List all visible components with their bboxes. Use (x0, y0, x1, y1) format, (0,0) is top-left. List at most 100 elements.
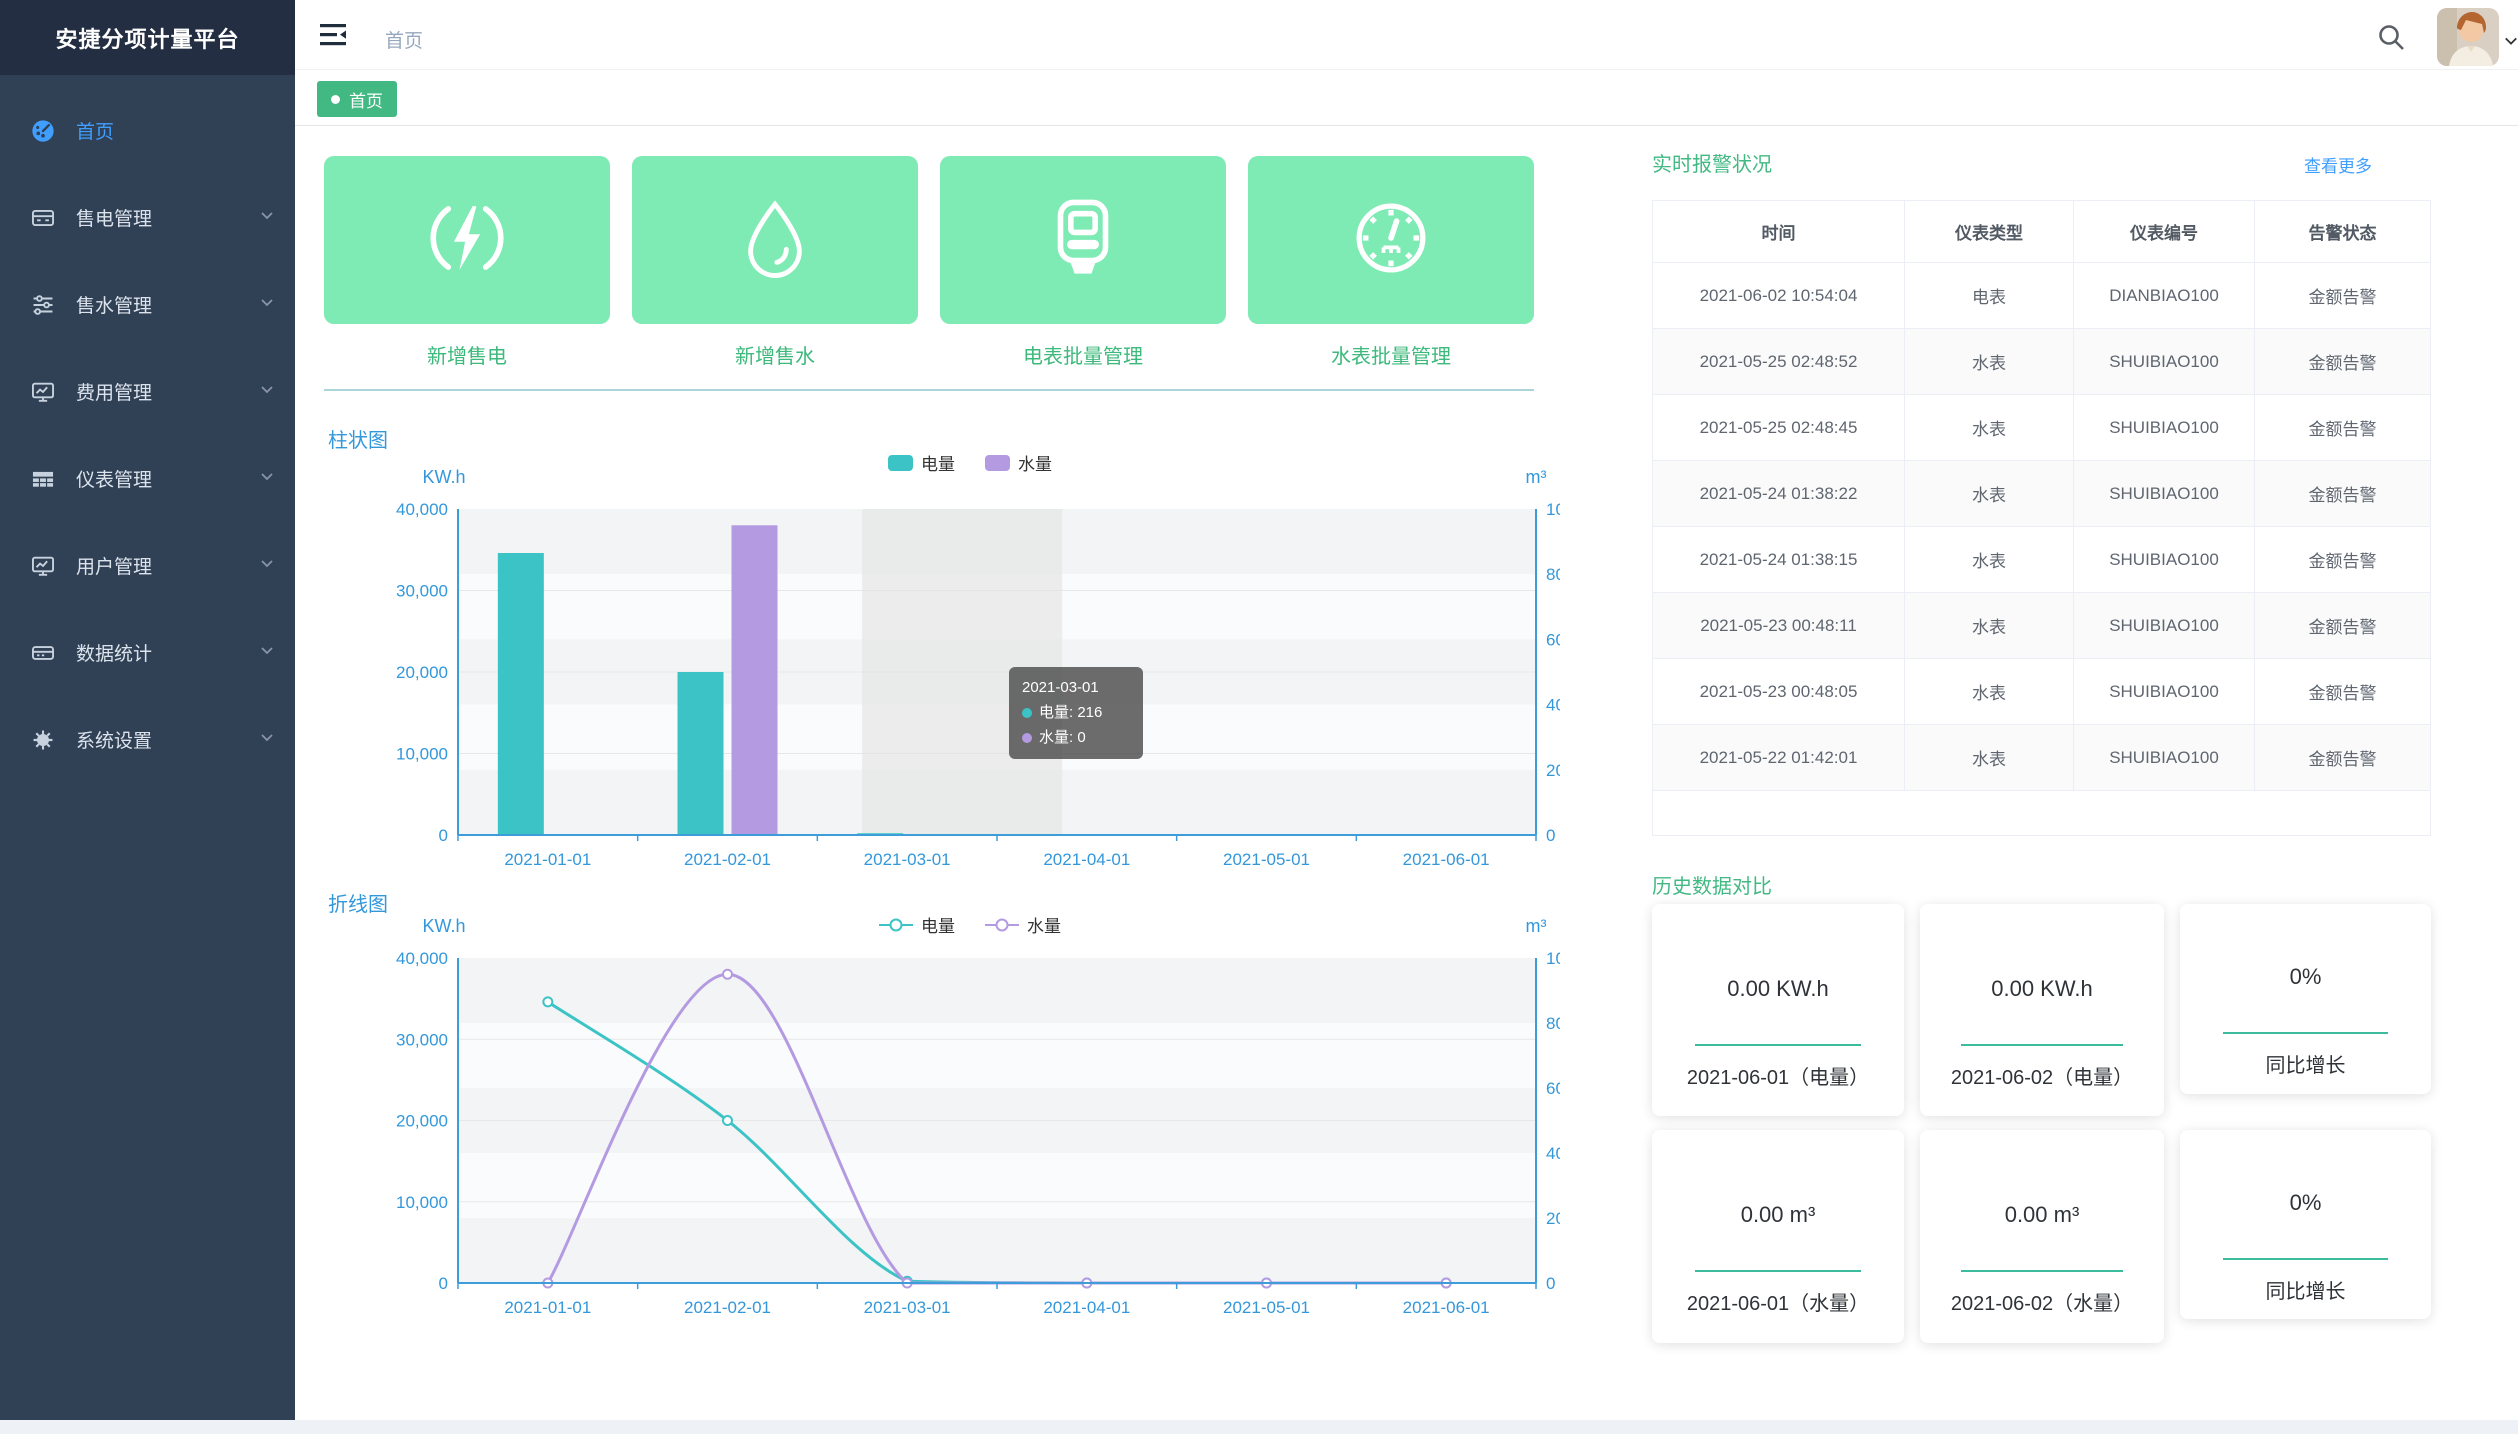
svg-text:m³: m³ (1526, 467, 1547, 487)
table-row[interactable]: 2021-06-02 10:54:04 电表 DIANBIAO100 金额告警 (1653, 263, 2431, 329)
table-row[interactable]: 2021-05-23 00:48:11 水表 SHUIBIAO100 金额告警 (1653, 593, 2431, 659)
monitor-chart-icon (30, 379, 56, 405)
cell-code: SHUIBIAO100 (2074, 725, 2255, 791)
sliders-icon (30, 292, 56, 318)
svg-text:2021-06-01: 2021-06-01 (1403, 850, 1490, 869)
column-header-meter-code: 仪表编号 (2074, 201, 2255, 263)
lightning-circle-icon (422, 193, 512, 288)
stat-label: 同比增长 (2240, 1052, 2372, 1080)
cell-status: 金额告警 (2255, 263, 2431, 329)
water-gauge-icon-button[interactable] (1248, 156, 1534, 324)
svg-text:40,000: 40,000 (396, 500, 448, 519)
add-electric-button[interactable] (324, 156, 610, 324)
svg-text:0: 0 (1546, 826, 1555, 845)
sidebar-item-water-sales[interactable]: 售水管理 (0, 261, 295, 348)
tag-home[interactable]: 首页 (317, 81, 397, 117)
stat-value: 0.00 m³ (2005, 1202, 2080, 1228)
svg-text:2021-01-01: 2021-01-01 (504, 850, 591, 869)
view-more-link[interactable]: 查看更多 (2304, 152, 2372, 177)
add-water-button[interactable] (632, 156, 918, 324)
user-menu-caret-icon[interactable] (2504, 34, 2518, 53)
svg-text:2021-02-01: 2021-02-01 (684, 850, 771, 869)
svg-text:2021-05-01: 2021-05-01 (1223, 1298, 1310, 1317)
stat-card-water-0602: 0.00 m³ 2021-06-02（水量） (1920, 1130, 2164, 1343)
cell-type: 水表 (1905, 329, 2074, 395)
svg-text:40: 40 (1546, 1144, 1560, 1163)
sidebar-item-system-settings[interactable]: 系统设置 (0, 696, 295, 783)
quick-action-label[interactable]: 电表批量管理 (1023, 340, 1143, 369)
svg-text:0: 0 (1546, 1274, 1555, 1293)
meter-device-icon (1038, 193, 1128, 288)
stat-divider (1961, 1044, 2122, 1046)
sidebar-item-fee-management[interactable]: 费用管理 (0, 348, 295, 435)
app-title: 安捷分项计量平台 (0, 0, 295, 75)
alarm-table-header-row: 时间 仪表类型 仪表编号 告警状态 (1653, 201, 2431, 263)
sidebar-menu: 首页 售电管理 售水管理 费用管理 (0, 75, 295, 783)
water-gauge-icon (1346, 193, 1436, 288)
cell-time: 2021-05-24 01:38:22 (1653, 461, 1905, 527)
table-empty-row (1653, 791, 2431, 836)
stat-label: 同比增长 (2240, 1278, 2372, 1306)
svg-text:10,000: 10,000 (396, 1193, 448, 1212)
svg-text:2021-03-01: 2021-03-01 (864, 850, 951, 869)
chevron-down-icon (259, 381, 275, 403)
sidebar-item-label: 系统设置 (76, 726, 259, 753)
stat-value: 0.00 m³ (1741, 1202, 1816, 1228)
tag-active-dot (331, 95, 340, 104)
cell-type: 水表 (1905, 725, 2074, 791)
cell-code: SHUIBIAO100 (2074, 593, 2255, 659)
electric-meter-icon (30, 205, 56, 231)
user-avatar[interactable] (2437, 8, 2499, 66)
stat-card-electric-0601: 0.00 KW.h 2021-06-01（电量） (1652, 904, 1904, 1116)
table-row[interactable]: 2021-05-23 00:48:05 水表 SHUIBIAO100 金额告警 (1653, 659, 2431, 725)
table-row[interactable]: 2021-05-25 02:48:52 水表 SHUIBIAO100 金额告警 (1653, 329, 2431, 395)
tag-label: 首页 (349, 87, 383, 112)
quick-action-label[interactable]: 新增售电 (427, 340, 507, 369)
chevron-down-icon (259, 555, 275, 577)
chevron-down-icon (259, 294, 275, 316)
column-header-meter-type: 仪表类型 (1905, 201, 2074, 263)
stat-card-water-growth: 0% 同比增长 (2180, 1130, 2431, 1319)
line-chart-canvas[interactable]: 40,00030,00020,00010,0000100806040200KW.… (380, 906, 1560, 1361)
grid-icon (30, 466, 56, 492)
quick-action-electric-meter-batch: 电表批量管理 (940, 156, 1226, 369)
cell-status: 金额告警 (2255, 527, 2431, 593)
stat-value: 0.00 KW.h (1991, 976, 2093, 1002)
sidebar-item-meter-management[interactable]: 仪表管理 (0, 435, 295, 522)
column-header-alarm-status: 告警状态 (2255, 201, 2431, 263)
quick-action-label[interactable]: 水表批量管理 (1331, 340, 1451, 369)
cell-time: 2021-05-25 02:48:45 (1653, 395, 1905, 461)
svg-text:60: 60 (1546, 1079, 1560, 1098)
sidebar-collapse-icon[interactable] (320, 24, 346, 46)
cell-code: SHUIBIAO100 (2074, 329, 2255, 395)
breadcrumb[interactable]: 首页 (385, 26, 423, 53)
water-drop-icon (730, 193, 820, 288)
chevron-down-icon (259, 729, 275, 751)
cell-status: 金额告警 (2255, 725, 2431, 791)
cell-status: 金额告警 (2255, 659, 2431, 725)
quick-action-label[interactable]: 新增售水 (735, 340, 815, 369)
bar-chart-canvas[interactable]: 40,00030,00020,00010,0000100806040200KW.… (380, 446, 1560, 891)
table-row[interactable]: 2021-05-24 01:38:22 水表 SHUIBIAO100 金额告警 (1653, 461, 2431, 527)
cell-code: SHUIBIAO100 (2074, 461, 2255, 527)
cell-type: 水表 (1905, 659, 2074, 725)
quick-actions-row: 新增售电 新增售水 电表批量管理 水表批量管理 (324, 156, 1534, 369)
search-icon[interactable] (2376, 22, 2406, 52)
svg-text:20: 20 (1546, 761, 1560, 780)
table-row[interactable]: 2021-05-25 02:48:45 水表 SHUIBIAO100 金额告警 (1653, 395, 2431, 461)
table-row[interactable]: 2021-05-24 01:38:15 水表 SHUIBIAO100 金额告警 (1653, 527, 2431, 593)
sidebar-item-electric-sales[interactable]: 售电管理 (0, 174, 295, 261)
sidebar-item-home[interactable]: 首页 (0, 87, 295, 174)
cell-time: 2021-06-02 10:54:04 (1653, 263, 1905, 329)
line-chart-title: 折线图 (328, 888, 388, 917)
sidebar-item-label: 首页 (76, 117, 275, 144)
section-divider (324, 389, 1534, 391)
table-row[interactable]: 2021-05-22 01:42:01 水表 SHUIBIAO100 金额告警 (1653, 725, 2431, 791)
electric-meter-batch-button[interactable] (940, 156, 1226, 324)
svg-text:60: 60 (1546, 630, 1560, 649)
svg-text:0: 0 (439, 1274, 448, 1293)
stat-label: 2021-06-02（水量） (1925, 1290, 2159, 1318)
sidebar-item-user-management[interactable]: 用户管理 (0, 522, 295, 609)
sidebar-item-data-statistics[interactable]: 数据统计 (0, 609, 295, 696)
gear-icon (30, 727, 56, 753)
